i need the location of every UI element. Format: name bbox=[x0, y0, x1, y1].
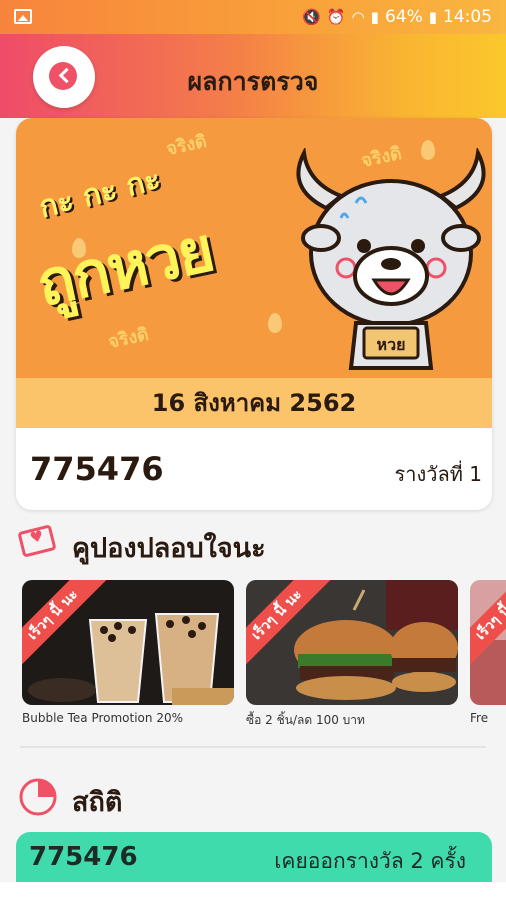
mascot-tag: หวย bbox=[377, 335, 406, 354]
stat-row[interactable]: 775476 เคยออกรางวัล 2 ครั้ง bbox=[16, 832, 492, 882]
coupon-caption: Bubble Tea Promotion 20% bbox=[22, 711, 183, 725]
prize-label: รางวัลที่ 1 bbox=[394, 462, 483, 486]
win-banner: จริงดิ จริงดิ จริงดิ กะ กะ กะ ถูกหวย หวย bbox=[16, 118, 492, 378]
coupon-card[interactable]: เร็วๆ นี้ นะ Bubble Tea Promotion 20% bbox=[22, 580, 234, 725]
coupon-image: เร็วๆ นี้ นะ bbox=[246, 580, 458, 705]
draw-date: 16 สิงหาคม 2562 bbox=[16, 378, 492, 428]
coupon-image: เร็วๆ นี้ นะ bbox=[22, 580, 234, 705]
stat-description: เคยออกรางวัล 2 ครั้ง bbox=[274, 849, 466, 873]
app-header: ผลการตรวจ bbox=[0, 34, 506, 118]
coupon-image: เร็วๆ นี้ นะ bbox=[470, 580, 506, 705]
coupon-card[interactable]: เร็วๆ นี้ นะ Fre bbox=[470, 580, 506, 725]
coupon-carousel[interactable]: เร็วๆ นี้ นะ Bubble Tea Promotion 20% เร… bbox=[0, 580, 506, 730]
result-card: จริงดิ จริงดิ จริงดิ กะ กะ กะ ถูกหวย หวย bbox=[16, 118, 492, 510]
buffalo-mascot-illustration: หวย bbox=[296, 148, 486, 370]
battery-icon: ▮ bbox=[428, 8, 437, 26]
alarm-icon: ⏰ bbox=[326, 8, 346, 26]
coupon-caption: ซื้อ 2 ชิ้น/ลด 100 บาท bbox=[246, 713, 365, 727]
drop-decoration bbox=[268, 313, 282, 333]
banner-watermark: จริงดิ bbox=[106, 323, 151, 353]
pie-chart-icon bbox=[19, 778, 57, 816]
battery-percent: 64% bbox=[384, 7, 423, 27]
clock: 14:05 bbox=[443, 7, 492, 27]
result-row: 775476 รางวัลที่ 1 bbox=[16, 428, 492, 510]
list-continuation bbox=[0, 882, 506, 900]
stats-section-title: สถิติ bbox=[72, 787, 123, 818]
lottery-number: 775476 bbox=[30, 450, 164, 488]
gallery-icon bbox=[14, 9, 32, 24]
coupon-icon bbox=[17, 524, 57, 558]
mute-icon: 🔇 bbox=[302, 8, 321, 26]
status-icons: 🔇 ⏰ ◠ ▮ 64% ▮ 14:05 bbox=[302, 7, 492, 27]
status-bar: 🔇 ⏰ ◠ ▮ 64% ▮ 14:05 bbox=[0, 0, 506, 34]
stat-number: 775476 bbox=[29, 842, 138, 872]
section-divider bbox=[20, 746, 486, 748]
page-title: ผลการตรวจ bbox=[187, 67, 319, 96]
coupon-caption: Fre bbox=[470, 711, 489, 725]
coupon-section-title: คูปองปลอบใจนะ bbox=[72, 533, 266, 564]
wifi-icon: ◠ bbox=[351, 8, 365, 26]
banner-watermark: จริงดิ bbox=[164, 130, 209, 160]
coupon-card[interactable]: เร็วๆ นี้ นะ ซื้อ 2 ชิ้น/ลด 100 บาท bbox=[246, 580, 458, 730]
signal-icon: ▮ bbox=[370, 8, 379, 26]
